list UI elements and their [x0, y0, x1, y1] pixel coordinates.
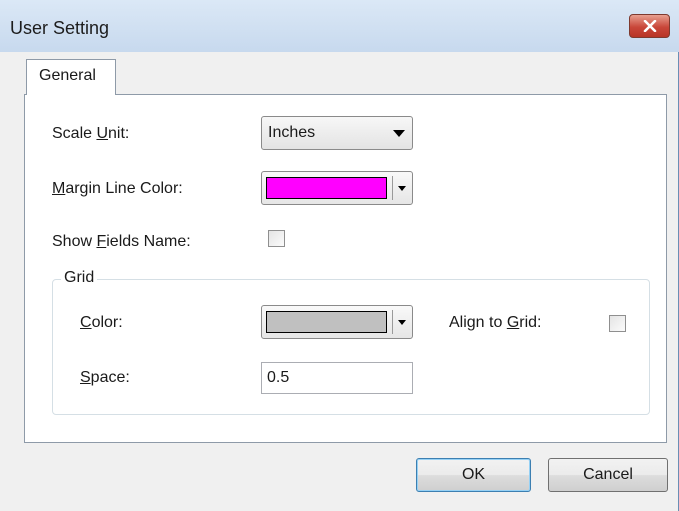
margin-line-color-picker[interactable]: [261, 171, 413, 205]
grid-color-label: Color:: [80, 314, 123, 332]
align-to-grid-label-accel: G: [506, 314, 520, 331]
window-title: User Setting: [10, 18, 110, 38]
show-fields-name-label-text: Show: [52, 233, 97, 250]
chevron-down-icon: [393, 130, 405, 137]
show-fields-name-label-accel: F: [96, 233, 107, 250]
color-picker-divider: [392, 176, 393, 200]
scale-unit-label: Scale Unit:: [52, 125, 129, 143]
title-bar[interactable]: User Setting: [0, 0, 679, 52]
margin-line-color-swatch: [266, 177, 387, 199]
grid-color-label-rest: olor:: [91, 314, 123, 331]
grid-space-value: 0.5: [267, 369, 290, 386]
close-icon: [643, 20, 657, 32]
align-to-grid-label-rest: rid:: [519, 314, 542, 331]
cancel-button[interactable]: Cancel: [548, 458, 668, 492]
align-to-grid-label: Align to Grid:: [449, 314, 542, 332]
grid-groupbox: [52, 279, 650, 415]
chevron-down-icon[interactable]: [398, 186, 406, 191]
show-fields-name-label: Show Fields Name:: [52, 233, 191, 251]
grid-space-label-rest: pace:: [90, 369, 130, 386]
align-to-grid-checkbox[interactable]: [609, 315, 626, 332]
color-picker-divider: [392, 310, 393, 334]
grid-space-label-accel: S: [80, 369, 91, 386]
chevron-down-icon[interactable]: [398, 320, 406, 325]
margin-line-color-label-accel: M: [52, 180, 66, 197]
show-fields-name-label-rest: ields Name:: [106, 233, 191, 250]
grid-color-swatch: [266, 311, 387, 333]
grid-space-input[interactable]: 0.5: [261, 362, 413, 394]
grid-color-picker[interactable]: [261, 305, 413, 339]
margin-line-color-label: Margin Line Color:: [52, 180, 183, 198]
grid-group-label: Grid: [61, 269, 98, 287]
ok-button[interactable]: OK: [416, 458, 531, 492]
tab-general-label: General: [39, 67, 96, 84]
margin-line-color-label-rest: argin Line Color:: [65, 180, 183, 197]
scale-unit-label-accel: U: [96, 125, 109, 142]
scale-unit-value: Inches: [268, 124, 316, 141]
grid-color-label-accel: C: [80, 314, 92, 331]
scale-unit-label-rest: nit:: [108, 125, 130, 142]
close-button[interactable]: [629, 14, 670, 38]
align-to-grid-label-text: Align to: [449, 314, 507, 331]
user-setting-dialog: User Setting General Scale Unit: Inches …: [0, 0, 679, 511]
scale-unit-dropdown[interactable]: Inches: [261, 116, 413, 150]
scale-unit-label-text: Scale: [52, 125, 97, 142]
tab-general[interactable]: General: [26, 59, 116, 95]
show-fields-name-checkbox[interactable]: [268, 230, 285, 247]
grid-space-label: Space:: [80, 369, 130, 387]
